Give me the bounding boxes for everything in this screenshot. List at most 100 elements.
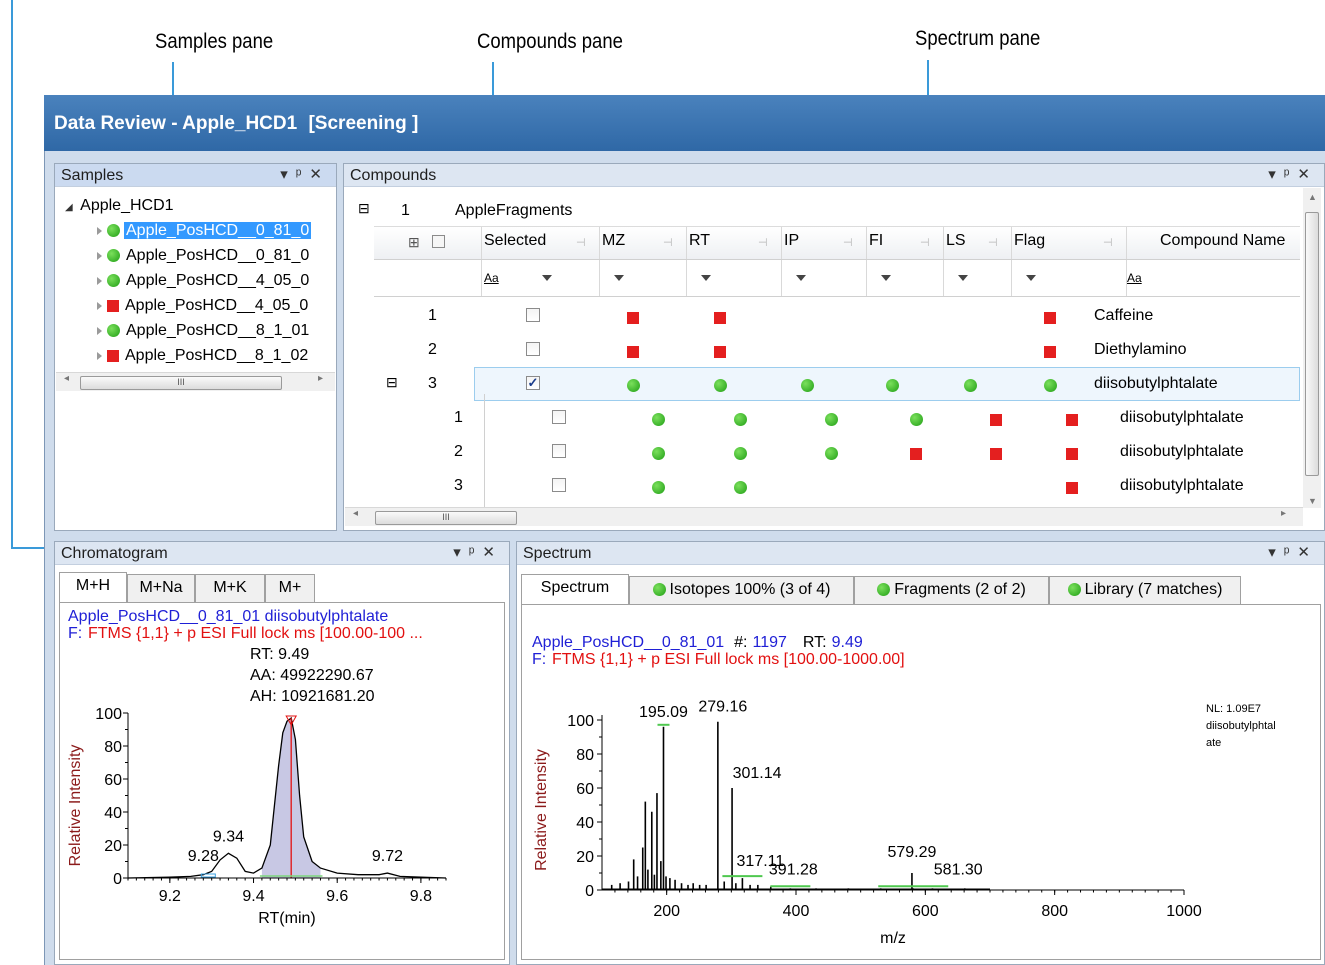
compounds-vscroll-thumb[interactable] [1305,212,1319,476]
compound-select-checkbox[interactable] [526,308,540,322]
pin-icon[interactable]: ᵖ [469,544,483,561]
pane-menu-icon[interactable]: ▾ [1268,544,1284,561]
subrow-indent-guide [484,394,485,507]
group-collapse-icon[interactable]: ⊟ [358,200,370,217]
pane-menu-icon[interactable]: ▾ [453,544,469,561]
chromatogram-tab[interactable]: M+H [59,572,127,602]
filter-dropdown-icon[interactable] [796,275,806,281]
status-cell [1066,411,1078,429]
column-pin-icon[interactable]: ⊣ [988,236,998,249]
samples-pane: Samples ▾ᵖ✕ ◢ Apple_HCD1 Apple_PosHCD__0… [54,163,337,531]
samples-hscrollbar[interactable]: ◂ III ▸ [56,372,335,391]
scroll-left-icon[interactable]: ◂ [64,373,69,384]
compound-select-checkbox[interactable]: ✓ [526,376,540,390]
filter-dropdown-icon[interactable] [881,275,891,281]
status-green-dot-icon [886,379,899,393]
status-green-dot-icon [910,413,923,427]
expand-arrow-icon[interactable] [97,301,102,310]
column-pin-icon[interactable]: ⊣ [920,236,930,249]
pane-menu-icon[interactable]: ▾ [1268,166,1284,183]
expand-arrow-icon[interactable] [97,226,102,235]
chromatogram-tab[interactable]: M+ [265,574,315,602]
expand-arrow-icon[interactable] [97,251,102,260]
sample-item[interactable]: Apple_PosHCD__0_81_0 [97,245,311,267]
column-header[interactable]: Flag [1014,232,1045,250]
peak-label: 391.28 [769,861,818,878]
pin-icon[interactable]: ᵖ [1284,544,1298,561]
filter-dropdown-icon[interactable] [542,275,552,281]
samples-root[interactable]: ◢ Apple_HCD1 [65,195,174,217]
expand-arrow-icon[interactable] [97,351,102,360]
column-pin-icon[interactable]: ⊣ [576,236,586,249]
expand-arrow-icon[interactable] [97,276,102,285]
column-header[interactable]: MZ [602,232,625,250]
samples-scroll-thumb[interactable]: III [80,376,282,390]
filter-text-icon[interactable]: Aa [1127,271,1142,285]
compound-name: diisobutylphtalate [1094,375,1218,392]
spectrum-tab[interactable]: Isotopes 100% (3 of 4) [629,576,854,604]
row-collapse-icon[interactable]: ⊟ [386,374,398,391]
expand-arrow-icon[interactable] [97,326,102,335]
compound-row[interactable] [474,299,1300,333]
sample-item[interactable]: Apple_PosHCD__4_05_0 [97,270,311,292]
chromatogram-tab[interactable]: M+Na [127,574,195,602]
chromatogram-header-sample: Apple_PosHCD__0_81_01 diisobutylphtalate [68,608,388,625]
chromatogram-tab[interactable]: M+K [195,574,265,602]
ah-annotation: AH: 10921681.20 [250,688,375,705]
spectrum-tab[interactable]: Library (7 matches) [1049,576,1241,604]
filter-dropdown-icon[interactable] [701,275,711,281]
compound-name: Caffeine [1094,307,1154,324]
spectrum-tab[interactable]: Fragments (2 of 2) [854,576,1049,604]
status-green-dot-icon [734,413,747,427]
column-pin-icon[interactable]: ⊣ [843,236,853,249]
samples-pane-header: Samples ▾ᵖ✕ [55,164,336,187]
filter-dropdown-icon[interactable] [958,275,968,281]
sample-item[interactable]: Apple_PosHCD__8_1_02 [97,345,310,367]
peak-label: 579.29 [887,844,936,861]
scroll-right-icon[interactable]: ▸ [318,373,323,384]
filter-dropdown-icon[interactable] [614,275,624,281]
pin-icon[interactable]: ᵖ [296,166,310,183]
column-header[interactable]: FI [869,232,883,250]
filter-text-icon[interactable]: Aa [484,271,499,285]
sample-item[interactable]: Apple_PosHCD__0_81_0 [97,220,312,242]
spectrum-tab[interactable]: Spectrum [521,574,629,604]
scroll-up-icon[interactable]: ▲ [1308,192,1317,202]
sample-item[interactable]: Apple_PosHCD__8_1_01 [97,320,311,342]
subrow-select-checkbox[interactable] [552,478,566,492]
column-header[interactable]: Selected [484,232,546,250]
status-cell [714,309,726,327]
close-icon[interactable]: ✕ [1297,166,1318,183]
close-icon[interactable]: ✕ [482,544,503,561]
filter-dropdown-icon[interactable] [1026,275,1036,281]
compounds-hscrollbar[interactable]: ◂ III ▸ [345,507,1303,526]
subrow-compound-name: diisobutylphtalate [1120,477,1244,494]
column-header[interactable]: IP [784,232,799,250]
sample-item-label: Apple_PosHCD__8_1_01 [126,322,310,339]
pin-icon[interactable]: ᵖ [1284,166,1298,183]
scroll-down-icon[interactable]: ▼ [1308,496,1317,506]
subrow-select-checkbox[interactable] [552,444,566,458]
select-all-checkbox[interactable] [432,235,445,248]
field-chooser-icon[interactable]: ⊞ [408,234,420,251]
column-pin-icon[interactable]: ⊣ [663,236,673,249]
chromatogram-plot-area: Apple_PosHCD__0_81_01 diisobutylphtalate… [59,602,505,960]
close-icon[interactable]: ✕ [309,166,330,183]
column-pin-icon[interactable]: ⊣ [758,236,768,249]
scroll-right-icon[interactable]: ▸ [1281,508,1286,519]
compound-select-checkbox[interactable] [526,342,540,356]
pane-menu-icon[interactable]: ▾ [280,166,296,183]
column-separator [481,260,482,296]
close-icon[interactable]: ✕ [1297,544,1318,561]
collapse-triangle-icon[interactable]: ◢ [65,202,73,213]
compounds-scroll-thumb[interactable]: III [375,511,517,525]
subrow-select-checkbox[interactable] [552,410,566,424]
compounds-vscrollbar[interactable]: ▲ ▼ [1303,188,1321,508]
scroll-left-icon[interactable]: ◂ [353,508,358,519]
column-separator [866,227,867,259]
column-header[interactable]: Compound Name [1160,232,1285,250]
column-header[interactable]: LS [946,232,966,250]
column-header[interactable]: RT [689,232,710,250]
column-pin-icon[interactable]: ⊣ [1103,236,1113,249]
sample-item[interactable]: Apple_PosHCD__4_05_0 [97,295,310,317]
